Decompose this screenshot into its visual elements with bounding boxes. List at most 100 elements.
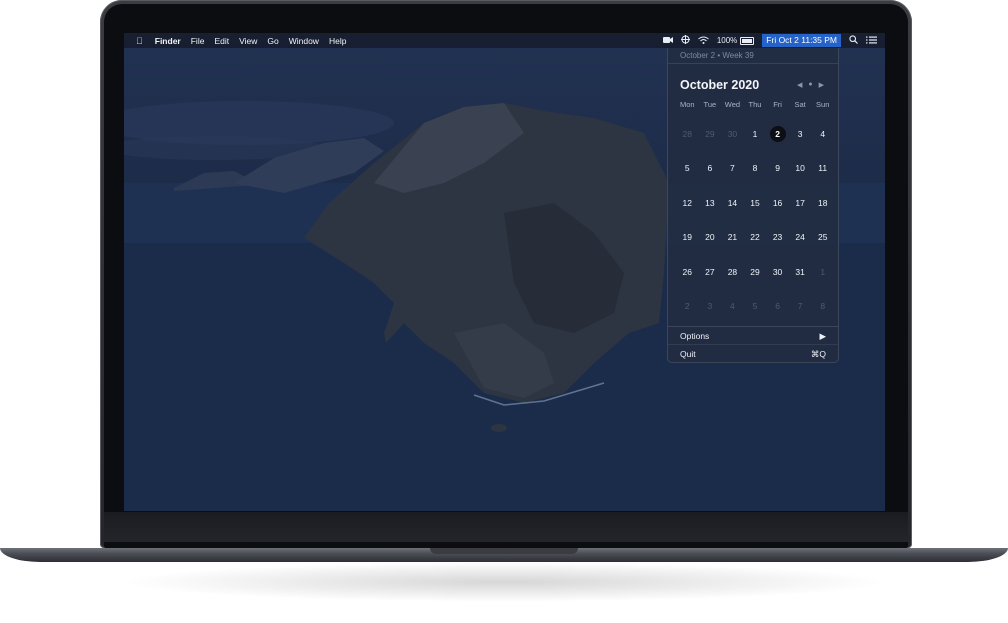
menu-view[interactable]: View: [239, 36, 257, 46]
day-number: 14: [727, 197, 738, 208]
menu-file[interactable]: File: [191, 36, 205, 46]
calendar-day[interactable]: 3: [789, 128, 812, 162]
calendar-day[interactable]: 25: [811, 231, 834, 265]
day-number: 31: [795, 266, 805, 277]
day-number: 7: [730, 163, 735, 174]
menu-help[interactable]: Help: [329, 36, 346, 46]
day-number: 10: [795, 163, 805, 174]
calendar-day-today[interactable]: 2: [766, 126, 789, 162]
calendar-day[interactable]: 28: [721, 266, 744, 300]
day-number: 22: [750, 232, 760, 243]
day-number: 30: [727, 129, 738, 139]
day-number: 23: [772, 232, 783, 243]
search-icon[interactable]: [849, 35, 858, 46]
weekday-header: Mon Tue Wed Thu Fri Sat Sun: [676, 100, 834, 109]
options-menu-item[interactable]: Options ▶: [680, 331, 826, 342]
day-number: 1: [820, 266, 826, 277]
day-number: 9: [775, 163, 780, 174]
calendar-day[interactable]: 22: [744, 231, 767, 265]
calendar-day[interactable]: 8: [744, 162, 767, 196]
laptop-notch: [430, 548, 578, 554]
laptop-shadow: [120, 562, 888, 602]
calendar-day[interactable]: 24: [789, 231, 812, 265]
calendar-day[interactable]: 14: [721, 197, 744, 231]
calendar-day[interactable]: 7: [721, 162, 744, 196]
calendar-day[interactable]: 1: [811, 266, 834, 300]
quit-menu-item[interactable]: Quit ⌘Q: [680, 349, 826, 360]
calendar-day[interactable]: 26: [676, 266, 699, 300]
list-icon[interactable]: [866, 36, 877, 46]
calendar-day[interactable]: 29: [699, 128, 722, 162]
calendar-day[interactable]: 20: [699, 231, 722, 265]
day-number: 29: [750, 266, 760, 277]
menu-window[interactable]: Window: [289, 36, 319, 46]
divider: [668, 326, 838, 327]
calendar-grid: 28 29 30 1 2 3 4 5 6 7 8 9 10 11 12 13 14 15 16 17 18 19 20 21 2…: [676, 126, 834, 328]
calendar-day[interactable]: 12: [676, 197, 699, 231]
day-number: 3: [797, 129, 803, 139]
day-number: 4: [730, 300, 735, 311]
apple-icon[interactable]: : [136, 36, 143, 46]
weekday-label: Tue: [703, 100, 717, 109]
today-dot-icon[interactable]: ●: [808, 81, 812, 89]
calendar-day[interactable]: 1: [744, 128, 767, 162]
next-month-icon[interactable]: ▶: [819, 81, 824, 89]
day-number: 26: [682, 266, 693, 277]
calendar-day[interactable]: 6: [699, 162, 722, 196]
divider: [668, 344, 838, 345]
menu-clock[interactable]: Fri Oct 2 11:35 PM: [762, 34, 841, 47]
menu-edit[interactable]: Edit: [214, 36, 229, 46]
options-label: Options: [680, 331, 710, 341]
calendar-day[interactable]: 29: [744, 266, 767, 300]
battery-indicator[interactable]: 100%: [717, 36, 755, 45]
calendar-day[interactable]: 11: [811, 162, 834, 196]
day-number: 19: [682, 232, 693, 243]
calendar-day[interactable]: 15: [744, 197, 767, 231]
calendar-day[interactable]: 30: [766, 266, 789, 300]
prev-month-icon[interactable]: ◀: [797, 81, 802, 89]
calendar-day[interactable]: 28: [676, 128, 699, 162]
calendar-day[interactable]: 16: [766, 197, 789, 231]
date-week-subtitle: October 2 • Week 39: [680, 51, 754, 60]
calendar-day[interactable]: 19: [676, 231, 699, 265]
calendar-day[interactable]: 3: [699, 300, 722, 334]
zoom-icon[interactable]: [662, 36, 673, 46]
calendar-day[interactable]: 13: [699, 197, 722, 231]
calendar-day[interactable]: 5: [744, 300, 767, 334]
calendar-day[interactable]: 4: [811, 128, 834, 162]
calendar-day[interactable]: 23: [766, 231, 789, 265]
day-number: 6: [707, 163, 713, 174]
day-number: 21: [727, 232, 738, 243]
quit-shortcut: ⌘Q: [810, 349, 826, 359]
day-number: 15: [750, 197, 760, 208]
calendar-day[interactable]: 31: [789, 266, 812, 300]
divider: [668, 63, 838, 64]
calendar-day[interactable]: 27: [699, 266, 722, 300]
status-area: 100% Fri Oct 2 11:35 PM: [662, 33, 885, 48]
desktop-screen:  Finder File Edit View Go Window Help 1…: [124, 33, 885, 511]
calendar-day[interactable]: 7: [789, 300, 812, 334]
menu-go[interactable]: Go: [267, 36, 278, 46]
weekday-label: Mon: [679, 100, 695, 109]
calendar-day[interactable]: 5: [676, 162, 699, 196]
weekday-label: Fri: [773, 100, 782, 109]
menu-finder[interactable]: Finder: [155, 36, 181, 46]
network-icon[interactable]: [680, 35, 690, 46]
day-number: 27: [705, 266, 715, 277]
wifi-icon[interactable]: [698, 36, 709, 46]
calendar-day[interactable]: 21: [721, 231, 744, 265]
calendar-day[interactable]: 17: [789, 197, 812, 231]
calendar-day[interactable]: 2: [676, 300, 699, 334]
laptop-chin: [104, 512, 908, 542]
calendar-day[interactable]: 8: [811, 300, 834, 334]
calendar-day[interactable]: 6: [766, 300, 789, 334]
calendar-day[interactable]: 9: [766, 162, 789, 196]
weekday-label: Sun: [816, 100, 830, 109]
calendar-day[interactable]: 18: [811, 197, 834, 231]
calendar-day[interactable]: 4: [721, 300, 744, 334]
day-number: 18: [817, 197, 828, 208]
calendar-day[interactable]: 30: [721, 128, 744, 162]
day-number: 6: [775, 300, 780, 311]
quit-label: Quit: [680, 349, 696, 359]
calendar-day[interactable]: 10: [789, 162, 812, 196]
